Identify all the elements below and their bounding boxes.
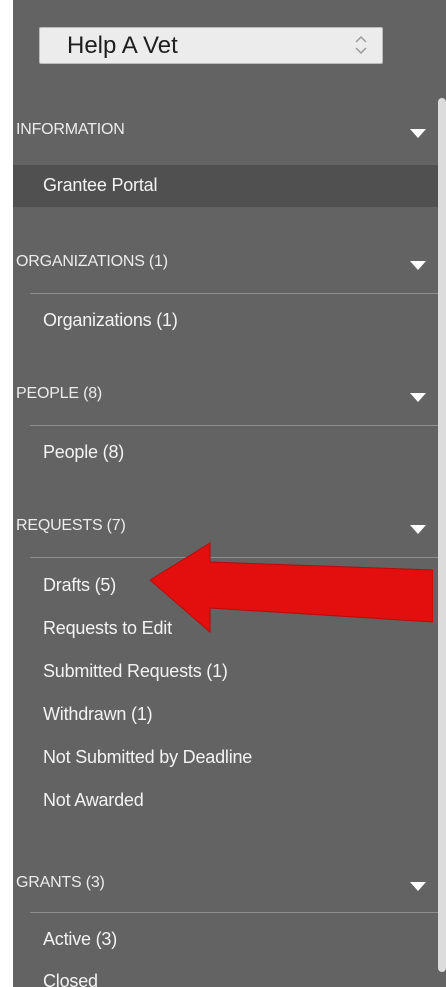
nav-item-organizations[interactable]: Organizations (1): [43, 310, 178, 331]
nav-item-not-submitted-by-deadline[interactable]: Not Submitted by Deadline: [43, 747, 252, 768]
nav-item-people[interactable]: People (8): [43, 442, 124, 463]
scrollbar[interactable]: [438, 98, 446, 972]
section-information-header[interactable]: INFORMATION: [13, 113, 438, 147]
nav-item-closed[interactable]: Closed: [43, 971, 98, 987]
red-arrow-annotation: [149, 542, 433, 634]
nav-item-submitted-requests[interactable]: Submitted Requests (1): [43, 661, 228, 682]
caret-down-icon[interactable]: [410, 393, 426, 402]
nav-item-grantee-portal[interactable]: Grantee Portal: [13, 165, 438, 207]
section-people-header[interactable]: PEOPLE (8): [13, 377, 438, 411]
caret-down-icon[interactable]: [410, 882, 426, 891]
up-down-chevron-icon: [355, 35, 367, 55]
caret-down-icon[interactable]: [410, 261, 426, 270]
section-divider: [30, 912, 438, 913]
section-title: REQUESTS (7): [16, 517, 126, 534]
sidebar: Help A Vet INFORMATION Grantee Portal OR…: [13, 0, 446, 987]
nav-item-not-awarded[interactable]: Not Awarded: [43, 790, 144, 811]
nav-item-label: Grantee Portal: [43, 175, 158, 195]
section-divider: [30, 425, 438, 426]
nav-item-withdrawn[interactable]: Withdrawn (1): [43, 704, 153, 725]
section-title: PEOPLE (8): [16, 385, 103, 402]
section-requests-header[interactable]: REQUESTS (7): [13, 509, 438, 543]
caret-down-icon[interactable]: [410, 129, 426, 138]
organization-select-value: Help A Vet: [67, 32, 178, 59]
nav-item-drafts[interactable]: Drafts (5): [43, 575, 116, 596]
caret-down-icon[interactable]: [410, 525, 426, 534]
section-title: INFORMATION: [16, 121, 125, 138]
nav-item-active[interactable]: Active (3): [43, 929, 117, 950]
section-title: GRANTS (3): [16, 874, 105, 891]
section-title: ORGANIZATIONS (1): [16, 253, 168, 270]
section-divider: [30, 293, 438, 294]
section-grants-header[interactable]: GRANTS (3): [13, 866, 438, 900]
section-organizations-header[interactable]: ORGANIZATIONS (1): [13, 245, 438, 279]
organization-select[interactable]: Help A Vet: [39, 27, 383, 64]
